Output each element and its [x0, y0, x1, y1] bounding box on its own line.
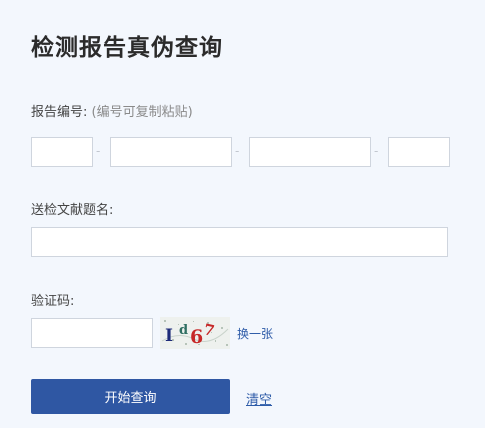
report-number-separator: -	[96, 144, 101, 158]
captcha-char: 6	[190, 326, 203, 348]
report-number-label: 报告编号: (编号可复制粘贴)	[31, 101, 193, 120]
report-number-segment-4[interactable]	[388, 137, 450, 167]
clear-link[interactable]: 清空	[246, 389, 272, 408]
refresh-captcha-link[interactable]: 换一张	[237, 325, 273, 342]
page-title: 检测报告真伪查询	[31, 35, 223, 61]
report-number-separator: -	[235, 144, 240, 158]
search-button[interactable]: 开始查询	[31, 379, 230, 414]
report-number-segment-3[interactable]	[249, 137, 371, 167]
captcha-char: I	[165, 326, 173, 346]
report-number-label-text: 报告编号:	[31, 105, 88, 120]
captcha-graphic: I d 6 7	[160, 317, 230, 349]
captcha-label: 验证码:	[31, 294, 75, 309]
captcha-input[interactable]	[31, 318, 153, 348]
sample-name-input[interactable]	[31, 227, 448, 257]
sample-name-label: 送检文献题名:	[31, 203, 114, 218]
report-number-hint: (编号可复制粘贴)	[91, 105, 193, 120]
captcha-char: d	[179, 323, 188, 338]
report-number-segment-2[interactable]	[110, 137, 232, 167]
report-number-separator: -	[374, 144, 379, 158]
captcha-image[interactable]: I d 6 7	[160, 317, 230, 349]
report-number-segment-1[interactable]	[31, 137, 93, 167]
